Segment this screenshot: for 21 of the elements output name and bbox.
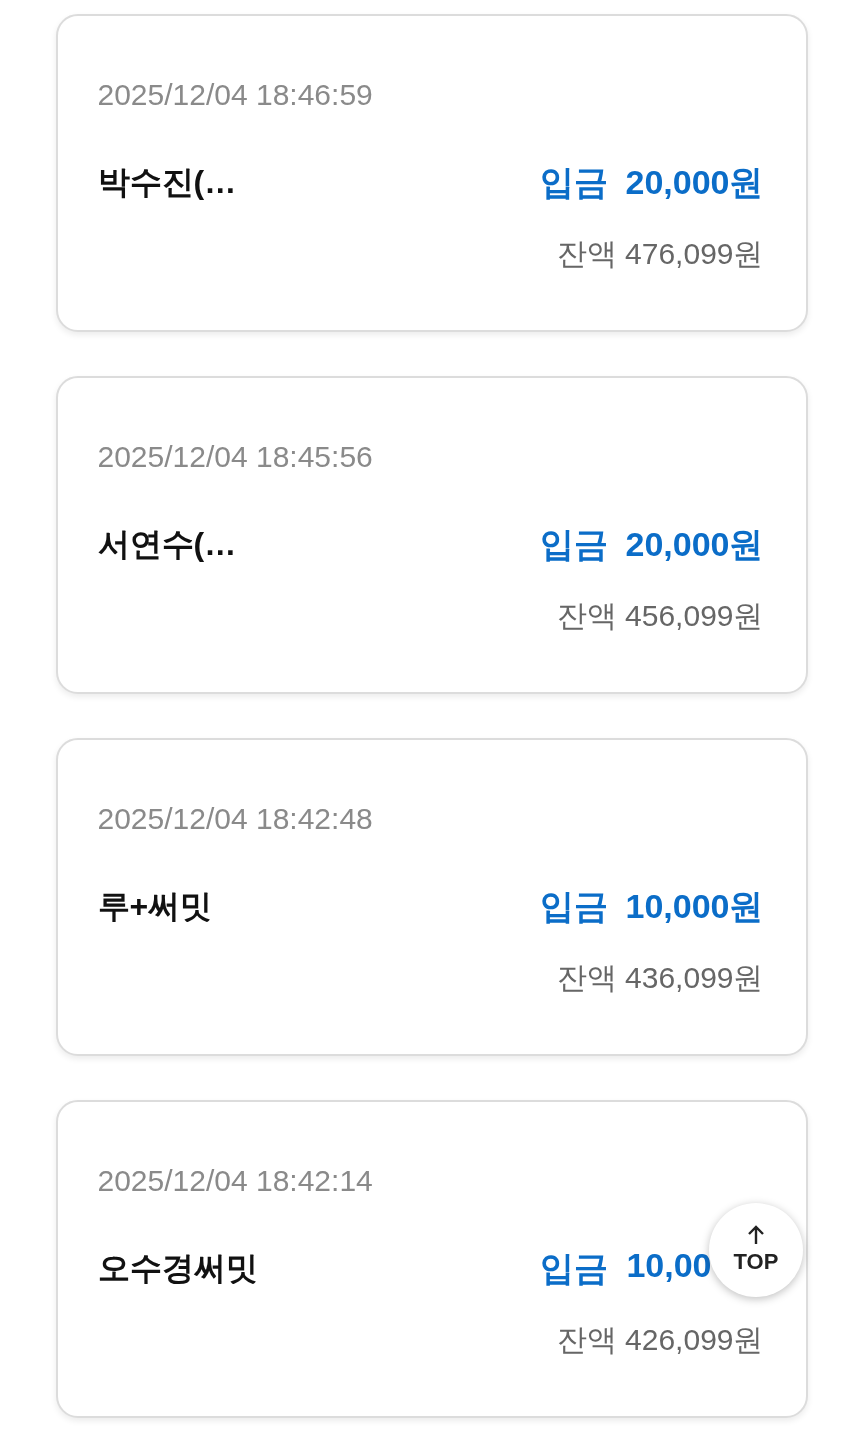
balance-text: 잔액 476,099원	[556, 236, 764, 272]
sender-name: 서연수(…	[97, 525, 237, 564]
transaction-type: 입금	[540, 1248, 609, 1289]
sender-name: 루+써밋	[97, 887, 213, 926]
transaction-amount: 10,000원	[625, 886, 764, 927]
transaction-amount: 20,000원	[625, 162, 764, 203]
transaction-datetime: 2025/12/04 18:42:48	[97, 801, 374, 837]
balance-text: 잔액 456,099원	[556, 598, 764, 634]
sender-name: 오수경써밋	[97, 1249, 258, 1288]
transaction-type: 입금	[539, 524, 608, 565]
transaction-type: 입금	[539, 886, 608, 927]
transaction-datetime: 2025/12/04 18:45:56	[97, 439, 374, 475]
transaction-type: 입금	[539, 162, 608, 203]
transaction-amount: 10,00	[626, 1246, 712, 1286]
transaction-amount: 20,000원	[625, 524, 764, 565]
transaction-datetime: 2025/12/04 18:46:59	[97, 77, 374, 113]
sender-name: 박수진(…	[97, 163, 237, 202]
balance-text: 잔액 426,099원	[556, 1322, 764, 1358]
transaction-datetime: 2025/12/04 18:42:14	[97, 1163, 374, 1199]
up-arrow-icon	[747, 1225, 765, 1245]
balance-text: 잔액 436,099원	[556, 960, 764, 996]
